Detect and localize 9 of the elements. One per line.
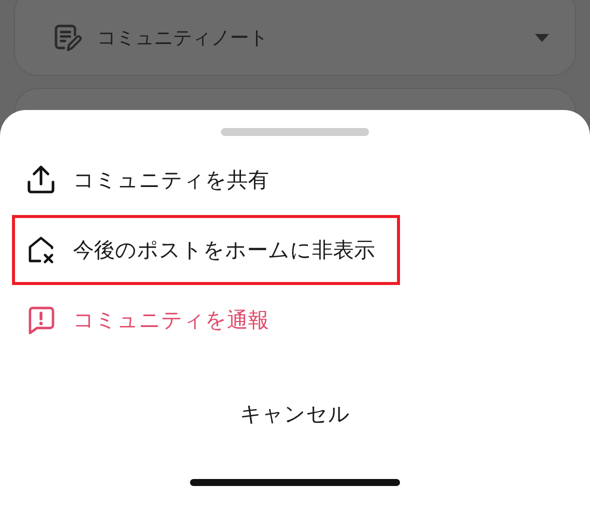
card-title: コミュニティノート <box>97 26 269 51</box>
caret-icon[interactable] <box>535 34 549 42</box>
menu-item[interactable]: コミュニティを共有 <box>12 145 294 215</box>
drag-handle[interactable] <box>221 128 369 136</box>
note-pencil-icon <box>53 23 83 53</box>
menu-item[interactable]: 今後のポストをホームに非表示 <box>12 215 400 285</box>
menu-item[interactable]: コミュニティを通報 <box>12 285 294 355</box>
share-icon <box>25 164 57 196</box>
cancel-button[interactable]: キャンセル <box>216 379 374 449</box>
